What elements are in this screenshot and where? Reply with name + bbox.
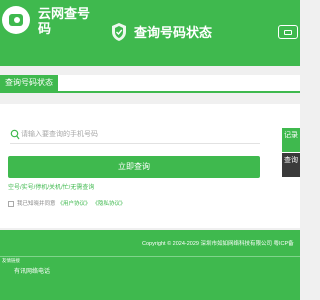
brand-name[interactable]: 云网查号码 (38, 6, 96, 36)
shield-check-icon (112, 23, 126, 41)
agree-checkbox[interactable] (8, 201, 14, 207)
footer: Copyright © 2024-2029 深圳市如如网络科技有限公司 粤ICP… (0, 230, 300, 300)
phone-number-input[interactable] (21, 127, 251, 142)
footer-divider (0, 256, 300, 257)
copyright: Copyright © 2024-2029 深圳市如如网络科技有限公司 粤ICP… (142, 241, 294, 247)
agreement-row: 我已知晓并同意 《用户协议》 《隐私协议》 (8, 200, 126, 208)
header: 云网查号码 查询号码状态 (0, 0, 300, 66)
privacy-link[interactable]: 《隐私协议》 (93, 200, 126, 208)
friend-link[interactable]: 有讯网络电话 (14, 266, 50, 275)
user-agreement-link[interactable]: 《用户协议》 (58, 200, 91, 208)
records-button[interactable]: 记录 (282, 128, 300, 152)
friend-links-title: 友情链接 (2, 258, 20, 263)
search-icon (10, 129, 20, 140)
agreement-text: 我已知晓并同意 (17, 201, 56, 207)
side-query-button[interactable]: 查询 (282, 153, 300, 177)
search-field (10, 126, 260, 144)
breadcrumb: 查询号码状态 (0, 75, 300, 93)
query-card: 立即查询 空号/实号/停机/关机/忙/无需查询 我已知晓并同意 《用户协议》 《… (0, 104, 300, 228)
home-icon[interactable] (278, 25, 298, 39)
query-button[interactable]: 立即查询 (8, 156, 260, 178)
tab-query-status[interactable]: 查询号码状态 (0, 75, 58, 91)
hint-link[interactable]: 空号/实号/停机/关机/忙/无需查询 (8, 184, 94, 192)
logo-icon[interactable] (2, 6, 30, 34)
page-title: 查询号码状态 (134, 25, 213, 40)
